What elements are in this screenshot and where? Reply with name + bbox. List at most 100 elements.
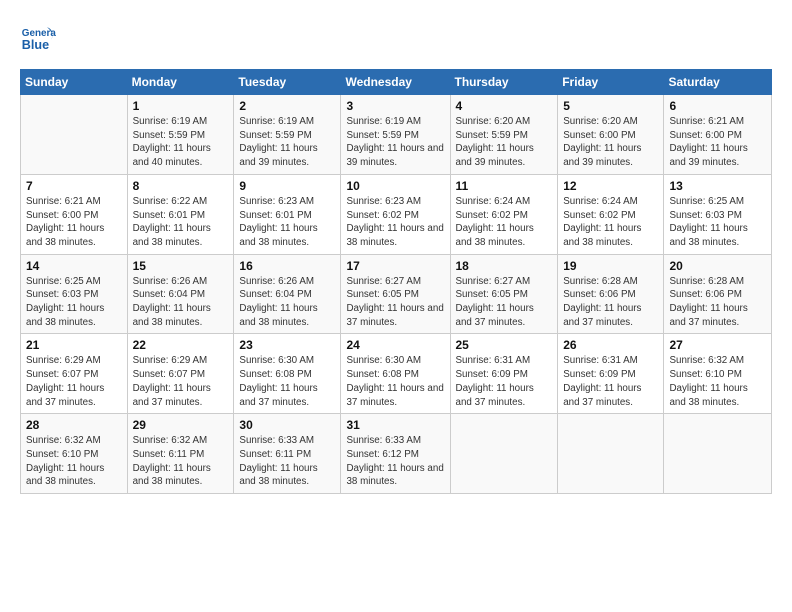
day-info: Sunrise: 6:31 AM Sunset: 6:09 PM Dayligh… xyxy=(456,354,553,409)
calendar-cell: 24 Sunrise: 6:30 AM Sunset: 6:08 PM Dayli… xyxy=(341,334,450,414)
day-number: 22 xyxy=(133,338,229,352)
day-info: Sunrise: 6:29 AM Sunset: 6:07 PM Dayligh… xyxy=(133,354,229,409)
weekday-header: Saturday xyxy=(664,70,772,95)
day-number: 24 xyxy=(346,338,444,352)
day-number: 26 xyxy=(563,338,658,352)
day-info: Sunrise: 6:20 AM Sunset: 5:59 PM Dayligh… xyxy=(456,115,553,170)
day-number: 10 xyxy=(346,179,444,193)
calendar-cell: 18 Sunrise: 6:27 AM Sunset: 6:05 PM Dayli… xyxy=(450,254,558,334)
day-info: Sunrise: 6:22 AM Sunset: 6:01 PM Dayligh… xyxy=(133,195,229,250)
calendar-cell xyxy=(558,414,664,494)
day-number: 5 xyxy=(563,99,658,113)
calendar-cell: 3 Sunrise: 6:19 AM Sunset: 5:59 PM Daylig… xyxy=(341,95,450,175)
day-info: Sunrise: 6:28 AM Sunset: 6:06 PM Dayligh… xyxy=(563,275,658,330)
day-number: 3 xyxy=(346,99,444,113)
day-info: Sunrise: 6:24 AM Sunset: 6:02 PM Dayligh… xyxy=(456,195,553,250)
weekday-header: Monday xyxy=(127,70,234,95)
calendar-cell: 30 Sunrise: 6:33 AM Sunset: 6:11 PM Dayli… xyxy=(234,414,341,494)
calendar-cell xyxy=(450,414,558,494)
day-info: Sunrise: 6:19 AM Sunset: 5:59 PM Dayligh… xyxy=(133,115,229,170)
day-info: Sunrise: 6:19 AM Sunset: 5:59 PM Dayligh… xyxy=(346,115,444,170)
weekday-header: Wednesday xyxy=(341,70,450,95)
day-number: 7 xyxy=(26,179,122,193)
day-number: 30 xyxy=(239,418,335,432)
calendar-week-row: 21 Sunrise: 6:29 AM Sunset: 6:07 PM Dayli… xyxy=(21,334,772,414)
calendar-cell: 25 Sunrise: 6:31 AM Sunset: 6:09 PM Dayli… xyxy=(450,334,558,414)
calendar-week-row: 7Sunrise: 6:21 AM Sunset: 6:00 PM Daylig… xyxy=(21,174,772,254)
calendar-cell: 4 Sunrise: 6:20 AM Sunset: 5:59 PM Daylig… xyxy=(450,95,558,175)
calendar-cell: 8Sunrise: 6:22 AM Sunset: 6:01 PM Daylig… xyxy=(127,174,234,254)
calendar-cell: 19Sunrise: 6:28 AM Sunset: 6:06 PM Dayli… xyxy=(558,254,664,334)
calendar-cell: 10 Sunrise: 6:23 AM Sunset: 6:02 PM Dayli… xyxy=(341,174,450,254)
calendar-week-row: 1 Sunrise: 6:19 AM Sunset: 5:59 PM Daylig… xyxy=(21,95,772,175)
day-number: 27 xyxy=(669,338,766,352)
day-info: Sunrise: 6:25 AM Sunset: 6:03 PM Dayligh… xyxy=(669,195,766,250)
calendar-cell: 15 Sunrise: 6:26 AM Sunset: 6:04 PM Dayli… xyxy=(127,254,234,334)
day-number: 11 xyxy=(456,179,553,193)
calendar-cell xyxy=(21,95,128,175)
day-info: Sunrise: 6:23 AM Sunset: 6:01 PM Dayligh… xyxy=(239,195,335,250)
day-number: 21 xyxy=(26,338,122,352)
calendar-cell: 14Sunrise: 6:25 AM Sunset: 6:03 PM Dayli… xyxy=(21,254,128,334)
day-info: Sunrise: 6:26 AM Sunset: 6:04 PM Dayligh… xyxy=(133,275,229,330)
calendar-cell: 22 Sunrise: 6:29 AM Sunset: 6:07 PM Dayli… xyxy=(127,334,234,414)
logo: General Blue xyxy=(20,20,60,56)
day-number: 20 xyxy=(669,259,766,273)
calendar-cell: 20 Sunrise: 6:28 AM Sunset: 6:06 PM Dayli… xyxy=(664,254,772,334)
calendar-cell: 5 Sunrise: 6:20 AM Sunset: 6:00 PM Daylig… xyxy=(558,95,664,175)
day-number: 4 xyxy=(456,99,553,113)
calendar-cell: 11 Sunrise: 6:24 AM Sunset: 6:02 PM Dayli… xyxy=(450,174,558,254)
day-number: 31 xyxy=(346,418,444,432)
day-info: Sunrise: 6:27 AM Sunset: 6:05 PM Dayligh… xyxy=(456,275,553,330)
day-number: 25 xyxy=(456,338,553,352)
weekday-header: Friday xyxy=(558,70,664,95)
calendar-cell: 16Sunrise: 6:26 AM Sunset: 6:04 PM Dayli… xyxy=(234,254,341,334)
day-info: Sunrise: 6:31 AM Sunset: 6:09 PM Dayligh… xyxy=(563,354,658,409)
calendar-cell: 1 Sunrise: 6:19 AM Sunset: 5:59 PM Daylig… xyxy=(127,95,234,175)
calendar-cell: 21 Sunrise: 6:29 AM Sunset: 6:07 PM Dayli… xyxy=(21,334,128,414)
day-info: Sunrise: 6:33 AM Sunset: 6:12 PM Dayligh… xyxy=(346,434,444,489)
day-info: Sunrise: 6:32 AM Sunset: 6:10 PM Dayligh… xyxy=(669,354,766,409)
day-info: Sunrise: 6:29 AM Sunset: 6:07 PM Dayligh… xyxy=(26,354,122,409)
svg-text:Blue: Blue xyxy=(22,38,49,52)
day-number: 6 xyxy=(669,99,766,113)
day-info: Sunrise: 6:27 AM Sunset: 6:05 PM Dayligh… xyxy=(346,275,444,330)
day-info: Sunrise: 6:32 AM Sunset: 6:10 PM Dayligh… xyxy=(26,434,122,489)
calendar-cell: 12 Sunrise: 6:24 AM Sunset: 6:02 PM Dayli… xyxy=(558,174,664,254)
calendar-cell: 26 Sunrise: 6:31 AM Sunset: 6:09 PM Dayli… xyxy=(558,334,664,414)
day-info: Sunrise: 6:20 AM Sunset: 6:00 PM Dayligh… xyxy=(563,115,658,170)
weekday-header: Sunday xyxy=(21,70,128,95)
day-number: 28 xyxy=(26,418,122,432)
day-info: Sunrise: 6:32 AM Sunset: 6:11 PM Dayligh… xyxy=(133,434,229,489)
calendar-cell: 23 Sunrise: 6:30 AM Sunset: 6:08 PM Dayli… xyxy=(234,334,341,414)
calendar-week-row: 28 Sunrise: 6:32 AM Sunset: 6:10 PM Dayli… xyxy=(21,414,772,494)
day-info: Sunrise: 6:19 AM Sunset: 5:59 PM Dayligh… xyxy=(239,115,335,170)
day-number: 29 xyxy=(133,418,229,432)
day-info: Sunrise: 6:21 AM Sunset: 6:00 PM Dayligh… xyxy=(669,115,766,170)
day-info: Sunrise: 6:24 AM Sunset: 6:02 PM Dayligh… xyxy=(563,195,658,250)
day-info: Sunrise: 6:23 AM Sunset: 6:02 PM Dayligh… xyxy=(346,195,444,250)
calendar-cell: 27 Sunrise: 6:32 AM Sunset: 6:10 PM Dayli… xyxy=(664,334,772,414)
calendar-cell xyxy=(664,414,772,494)
weekday-header: Thursday xyxy=(450,70,558,95)
calendar-cell: 17 Sunrise: 6:27 AM Sunset: 6:05 PM Dayli… xyxy=(341,254,450,334)
day-info: Sunrise: 6:28 AM Sunset: 6:06 PM Dayligh… xyxy=(669,275,766,330)
calendar-cell: 7Sunrise: 6:21 AM Sunset: 6:00 PM Daylig… xyxy=(21,174,128,254)
day-number: 1 xyxy=(133,99,229,113)
day-number: 23 xyxy=(239,338,335,352)
calendar-cell: 31 Sunrise: 6:33 AM Sunset: 6:12 PM Dayli… xyxy=(341,414,450,494)
day-number: 17 xyxy=(346,259,444,273)
day-number: 18 xyxy=(456,259,553,273)
day-info: Sunrise: 6:30 AM Sunset: 6:08 PM Dayligh… xyxy=(346,354,444,409)
day-number: 16 xyxy=(239,259,335,273)
day-number: 15 xyxy=(133,259,229,273)
calendar-cell: 6 Sunrise: 6:21 AM Sunset: 6:00 PM Daylig… xyxy=(664,95,772,175)
day-number: 14 xyxy=(26,259,122,273)
day-number: 9 xyxy=(239,179,335,193)
day-number: 12 xyxy=(563,179,658,193)
calendar-week-row: 14Sunrise: 6:25 AM Sunset: 6:03 PM Dayli… xyxy=(21,254,772,334)
calendar-cell: 2Sunrise: 6:19 AM Sunset: 5:59 PM Daylig… xyxy=(234,95,341,175)
day-info: Sunrise: 6:30 AM Sunset: 6:08 PM Dayligh… xyxy=(239,354,335,409)
day-info: Sunrise: 6:33 AM Sunset: 6:11 PM Dayligh… xyxy=(239,434,335,489)
calendar-cell: 13Sunrise: 6:25 AM Sunset: 6:03 PM Dayli… xyxy=(664,174,772,254)
